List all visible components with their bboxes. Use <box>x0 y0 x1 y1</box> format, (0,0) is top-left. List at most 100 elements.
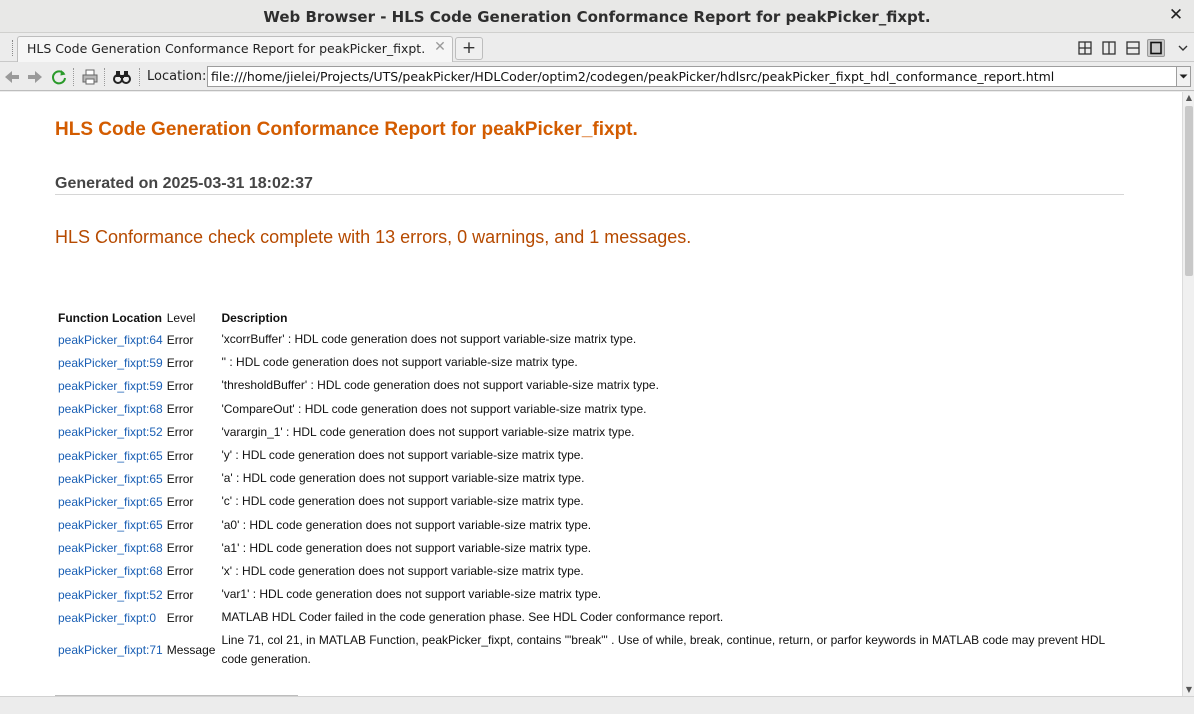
tab-menu-arrow-icon[interactable] <box>1175 39 1191 57</box>
column-header-level: Level <box>166 310 196 325</box>
find-icon[interactable] <box>112 67 132 87</box>
location-cell: peakPicker_fixpt:52 <box>56 583 165 606</box>
tile-horizontal-icon[interactable] <box>1124 39 1142 57</box>
level-cell: Error <box>166 587 194 602</box>
function-location-link[interactable]: peakPicker_fixpt:68 <box>58 402 163 416</box>
table-row: peakPicker_fixpt:68 Error 'CompareOut' : H… <box>56 398 1107 421</box>
forward-icon[interactable] <box>25 67 45 87</box>
location-cell: peakPicker_fixpt:68 <box>56 398 165 421</box>
function-location-link[interactable]: peakPicker_fixpt:71 <box>58 643 163 657</box>
scroll-down-icon[interactable]: ▼ <box>1184 685 1194 695</box>
location-cell: peakPicker_fixpt:59 <box>56 374 165 397</box>
location-cell: peakPicker_fixpt:65 <box>56 490 165 513</box>
function-location-link[interactable]: peakPicker_fixpt:59 <box>58 356 163 370</box>
location-cell: peakPicker_fixpt:68 <box>56 560 165 583</box>
page-content: HLS Code Generation Conformance Report f… <box>0 92 1182 696</box>
table-row: peakPicker_fixpt:64 Error 'xcorrBuffer' : … <box>56 328 1107 351</box>
table-row: peakPicker_fixpt:65 Error 'c' : HDL code g… <box>56 490 1107 513</box>
level-cell: Error <box>166 564 194 579</box>
table-row: peakPicker_fixpt:71 Message Line 71, col 2… <box>56 629 1107 671</box>
level-cell: Error <box>166 494 194 509</box>
window-title: Web Browser - HLS Code Generation Confor… <box>263 8 931 26</box>
generated-timestamp: Generated on 2025-03-31 18:02:37 <box>55 175 313 192</box>
divider <box>55 194 1124 195</box>
refresh-icon[interactable] <box>49 67 69 87</box>
status-bar <box>0 696 1194 714</box>
description-cell: 'c' : HDL code generation does not suppo… <box>221 494 584 509</box>
description-cell: 'xcorrBuffer' : HDL code generation does… <box>221 332 637 347</box>
close-window-button[interactable]: ✕ <box>1166 5 1186 25</box>
description-cell: 'varargin_1' : HDL code generation does … <box>221 424 635 439</box>
table-row: peakPicker_fixpt:59 Error '' : HDL code ge… <box>56 351 1107 374</box>
description-cell: 'var1' : HDL code generation does not su… <box>221 587 602 602</box>
location-cell: peakPicker_fixpt:0 <box>56 606 165 629</box>
scrollbar-thumb[interactable] <box>1185 106 1193 276</box>
location-label: Location: <box>147 69 207 84</box>
level-cell: Error <box>166 610 194 625</box>
new-tab-button[interactable]: + <box>455 37 483 60</box>
table-row: peakPicker_fixpt:68 Error 'a1' : HDL code … <box>56 537 1107 560</box>
location-cell: peakPicker_fixpt:71 <box>56 629 165 671</box>
print-icon[interactable] <box>80 67 100 87</box>
location-cell: peakPicker_fixpt:65 <box>56 514 165 537</box>
scroll-up-icon[interactable]: ▲ <box>1184 93 1194 103</box>
tile-grid-icon[interactable] <box>1076 39 1094 57</box>
function-location-link[interactable]: peakPicker_fixpt:52 <box>58 588 163 602</box>
function-location-link[interactable]: peakPicker_fixpt:0 <box>58 611 156 625</box>
conformance-summary: HLS Conformance check complete with 13 e… <box>55 227 692 247</box>
toolbar-separator <box>73 68 74 86</box>
function-location-link[interactable]: peakPicker_fixpt:68 <box>58 564 163 578</box>
tab-bar-grip <box>12 40 14 56</box>
function-location-link[interactable]: peakPicker_fixpt:65 <box>58 495 163 509</box>
level-cell: Error <box>166 402 194 417</box>
function-location-link[interactable]: peakPicker_fixpt:52 <box>58 425 163 439</box>
location-input[interactable] <box>207 66 1177 87</box>
vertical-scrollbar[interactable]: ▲ ▼ <box>1182 92 1194 696</box>
single-pane-icon[interactable] <box>1147 39 1165 57</box>
level-cell: Error <box>166 332 194 347</box>
tab-label: HLS Code Generation Conformance Report f… <box>27 41 426 56</box>
browser-window: Web Browser - HLS Code Generation Confor… <box>0 0 1194 714</box>
navigation-toolbar: Location: <box>0 63 1194 91</box>
description-cell: 'a0' : HDL code generation does not supp… <box>221 517 592 532</box>
description-cell: 'a1' : HDL code generation does not supp… <box>221 540 592 555</box>
table-row: peakPicker_fixpt:52 Error 'varargin_1' : H… <box>56 421 1107 444</box>
tile-vertical-icon[interactable] <box>1100 39 1118 57</box>
toolbar-separator <box>139 68 140 86</box>
toolbar-separator <box>104 68 105 86</box>
function-location-link[interactable]: peakPicker_fixpt:64 <box>58 333 163 347</box>
back-icon[interactable] <box>2 67 22 87</box>
function-location-link[interactable]: peakPicker_fixpt:68 <box>58 541 163 555</box>
description-cell: '' : HDL code generation does not suppor… <box>221 355 578 370</box>
level-cell: Error <box>166 425 194 440</box>
tab-close-icon[interactable]: ✕ <box>432 39 448 57</box>
table-header-row: Function Location Level Description <box>56 307 1107 328</box>
location-dropdown-icon[interactable] <box>1176 66 1191 87</box>
table-row: peakPicker_fixpt:65 Error 'y' : HDL code g… <box>56 444 1107 467</box>
location-cell: peakPicker_fixpt:52 <box>56 421 165 444</box>
level-cell: Error <box>166 378 194 393</box>
location-cell: peakPicker_fixpt:64 <box>56 328 165 351</box>
description-cell: 'x' : HDL code generation does not suppo… <box>221 563 584 578</box>
level-cell: Error <box>166 541 194 556</box>
function-location-link[interactable]: peakPicker_fixpt:59 <box>58 379 163 393</box>
function-location-link[interactable]: peakPicker_fixpt:65 <box>58 518 163 532</box>
level-cell: Error <box>166 471 194 486</box>
conformance-table: Function Location Level Description peak… <box>56 307 1107 671</box>
description-cell: 'a' : HDL code generation does not suppo… <box>221 471 585 486</box>
column-header-location: Function Location <box>58 310 162 325</box>
location-cell: peakPicker_fixpt:68 <box>56 537 165 560</box>
column-header-description: Description <box>221 310 288 325</box>
function-location-link[interactable]: peakPicker_fixpt:65 <box>58 449 163 463</box>
function-location-link[interactable]: peakPicker_fixpt:65 <box>58 472 163 486</box>
table-row: peakPicker_fixpt:59 Error 'thresholdBuffer… <box>56 374 1107 397</box>
level-cell: Error <box>166 518 194 533</box>
description-cell: Line 71, col 21, in MATLAB Function, pea… <box>221 633 1105 667</box>
table-row: peakPicker_fixpt:65 Error 'a' : HDL code g… <box>56 467 1107 490</box>
location-cell: peakPicker_fixpt:59 <box>56 351 165 374</box>
table-row: peakPicker_fixpt:0 Error MATLAB HDL Coder … <box>56 606 1107 629</box>
tab-conformance-report[interactable]: HLS Code Generation Conformance Report f… <box>17 36 453 62</box>
title-bar: Web Browser - HLS Code Generation Confor… <box>0 0 1194 33</box>
tab-bar: HLS Code Generation Conformance Report f… <box>0 34 1194 62</box>
report-title: HLS Code Generation Conformance Report f… <box>55 119 638 140</box>
